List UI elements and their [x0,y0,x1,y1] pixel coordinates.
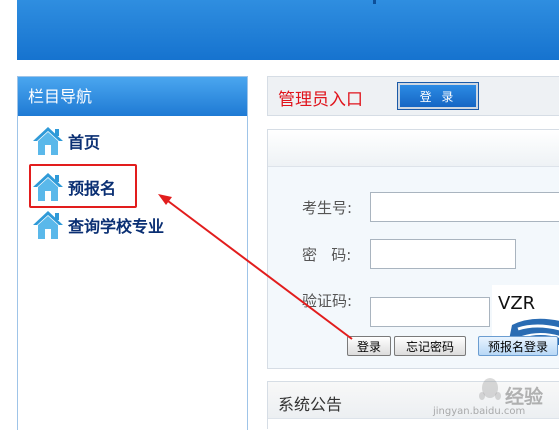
password-input[interactable] [370,239,516,269]
sidebar-item-home[interactable]: 首页 [32,125,100,157]
exam-id-input[interactable] [370,192,559,222]
admin-login-button[interactable]: 登 录 [398,83,478,109]
login-button[interactable]: 登录 [347,336,391,356]
home-icon [33,127,63,155]
captcha-text: VZR [498,293,535,314]
exam-id-label: 考生号: [302,199,353,217]
highlight-box [29,164,137,208]
password-label: 密 码: [302,246,352,264]
sidebar: 栏目导航 首页 预报名 查询学校专业 [17,76,248,430]
admin-bar: 管理员入口 登 录 [267,76,559,116]
captcha-label: 验证码: [302,292,353,310]
home-icon [33,211,63,239]
notice-title: 系统公告 [278,395,343,414]
banner-decoration [373,0,376,4]
watermark-url: jingyan.baidu.com [433,406,526,417]
login-panel: 考生号: 密 码: 验证码: VZR 登录 忘记密码 预报名登录 [267,129,559,369]
pre-registration-login-button[interactable]: 预报名登录 [478,336,558,356]
top-banner [17,0,559,60]
login-panel-header [268,130,559,167]
sidebar-item-school-majors[interactable]: 查询学校专业 [32,209,164,241]
captcha-input[interactable] [370,297,490,327]
admin-entry-title: 管理员入口 [278,90,363,110]
sidebar-title: 栏目导航 [18,77,247,116]
watermark-brand: 经验 [505,386,544,408]
sidebar-item-label: 首页 [68,133,101,152]
forgot-password-button[interactable]: 忘记密码 [394,336,466,356]
sidebar-item-label: 查询学校专业 [68,217,165,236]
